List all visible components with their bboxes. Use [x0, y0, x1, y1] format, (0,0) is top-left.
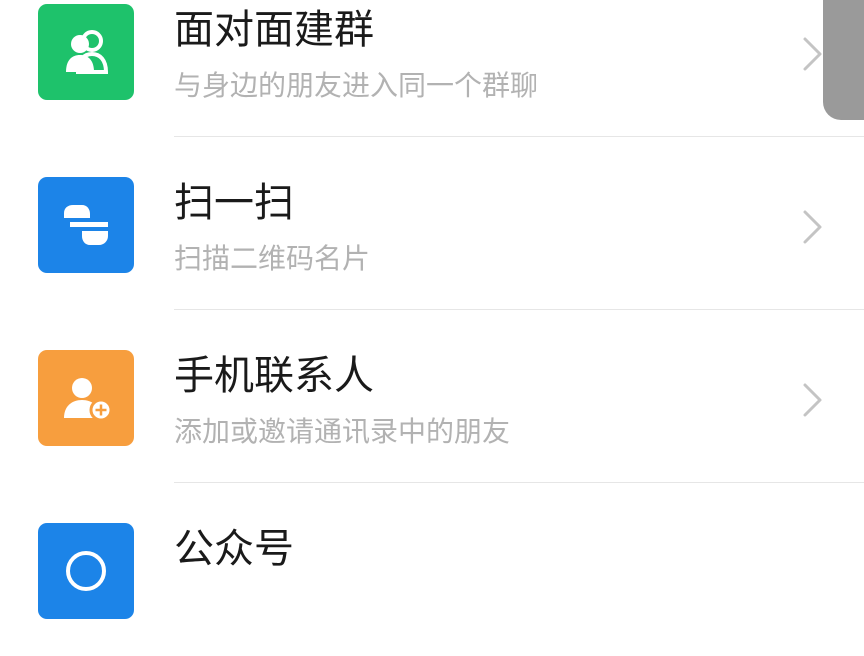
item-subtitle: 与身边的朋友进入同一个群聊: [174, 69, 539, 102]
item-subtitle: 扫描二维码名片: [174, 242, 371, 275]
scan-tile: [38, 177, 134, 273]
item-title: 公众号: [174, 526, 294, 572]
face-to-face-group-tile: [38, 4, 134, 100]
scan-icon: [64, 205, 108, 245]
list-item-scan[interactable]: 扫一扫 扫描二维码名片: [0, 137, 864, 310]
add-friend-options-list: 面对面建群 与身边的朋友进入同一个群聊 扫一扫 扫描二维码名片 手机联系人 添加…: [0, 0, 864, 656]
list-item-phone-contacts[interactable]: 手机联系人 添加或邀请通讯录中的朋友: [0, 310, 864, 483]
chevron-right-icon: [803, 210, 822, 244]
phone-contacts-tile: [38, 350, 134, 446]
item-title: 手机联系人: [174, 353, 374, 399]
official-accounts-tile: [38, 523, 134, 619]
chevron-right-icon: [803, 383, 822, 417]
face-to-face-group-icon: [66, 30, 109, 74]
scrollbar-thumb[interactable]: [823, 0, 864, 120]
list-item-face-to-face-group[interactable]: 面对面建群 与身边的朋友进入同一个群聊: [0, 0, 864, 137]
item-title: 面对面建群: [174, 7, 374, 53]
official-accounts-icon: [66, 551, 106, 591]
item-title: 扫一扫: [174, 180, 294, 226]
list-item-official-accounts[interactable]: 公众号: [0, 483, 864, 656]
item-subtitle: 添加或邀请通讯录中的朋友: [174, 415, 511, 448]
phone-contacts-icon: [64, 378, 113, 422]
